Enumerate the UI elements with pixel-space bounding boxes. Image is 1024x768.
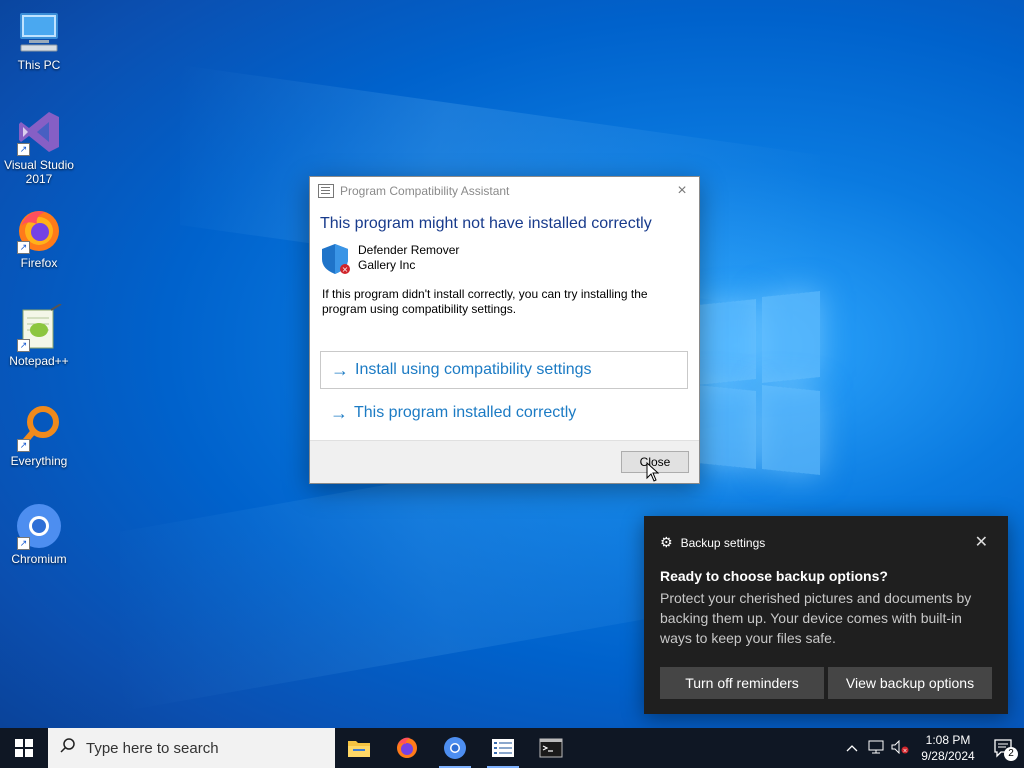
action-center-button[interactable]: 2: [984, 728, 1024, 768]
windows-logo-wallpaper: [698, 288, 822, 478]
dialog-footer: Close: [310, 440, 699, 483]
notification-body: Protect your cherished pictures and docu…: [660, 590, 972, 646]
desktop-icon-label: Visual Studio 2017: [4, 158, 74, 186]
list-window-icon: [492, 739, 514, 757]
start-button[interactable]: [0, 728, 48, 768]
backup-notification: ⚙ Backup settings ✕ Ready to choose back…: [644, 516, 1008, 714]
svg-text:×: ×: [902, 747, 907, 754]
option-label: Install using compatibility settings: [355, 361, 592, 378]
arrow-right-icon: →: [331, 359, 349, 380]
shortcut-arrow-icon: ↗: [17, 241, 30, 254]
chevron-up-icon[interactable]: [840, 741, 864, 755]
desktop-icon-label: This PC: [17, 58, 61, 72]
program-publisher: Gallery Inc: [358, 258, 416, 272]
shortcut-arrow-icon: ↗: [17, 537, 30, 550]
svg-text:×: ×: [342, 265, 349, 274]
network-icon[interactable]: [864, 740, 888, 757]
chromium-icon: ↗: [15, 502, 63, 550]
program-name: Defender Remover: [358, 243, 460, 257]
compatibility-dialog: Program Compatibility Assistant × This p…: [309, 176, 700, 484]
install-compatibility-option[interactable]: → Install using compatibility settings: [320, 351, 688, 389]
desktop-icon-this-pc[interactable]: This PC: [0, 8, 78, 72]
windows-icon: [15, 739, 33, 757]
chromium-icon: [444, 737, 466, 759]
desktop-icon-label: Chromium: [11, 552, 67, 566]
terminal-icon: [539, 738, 563, 758]
close-icon[interactable]: ×: [673, 182, 691, 200]
shield-icon: ×: [320, 243, 350, 275]
shortcut-arrow-icon: ↗: [17, 339, 30, 352]
visual-studio-icon: ↗: [15, 108, 63, 156]
turn-off-reminders-button[interactable]: Turn off reminders: [660, 667, 824, 699]
view-backup-options-button[interactable]: View backup options: [828, 667, 992, 699]
clock-date: 9/28/2024: [921, 749, 975, 763]
computer-icon: [15, 8, 63, 56]
desktop-icon-visual-studio[interactable]: ↗ Visual Studio 2017: [0, 108, 78, 186]
gear-icon: ⚙: [660, 534, 673, 550]
arrow-right-icon: →: [330, 402, 348, 423]
taskbar-clock[interactable]: 1:08 PM 9/28/2024: [912, 732, 984, 764]
notepad-plus-plus-icon: ↗: [15, 303, 63, 352]
system-tray: × 1:08 PM 9/28/2024 2: [840, 728, 1024, 768]
taskbar-compatibility-assistant[interactable]: [479, 728, 527, 768]
desktop-icon-firefox[interactable]: ↗ Firefox: [0, 206, 78, 270]
dialog-titlebar[interactable]: Program Compatibility Assistant: [310, 177, 699, 205]
dialog-title: Program Compatibility Assistant: [340, 184, 510, 198]
shortcut-arrow-icon: ↗: [17, 143, 30, 156]
option-label: This program installed correctly: [354, 404, 577, 421]
search-placeholder: Type here to search: [86, 739, 219, 757]
taskbar-command-prompt[interactable]: [527, 728, 575, 768]
notification-app-name: Backup settings: [680, 535, 766, 550]
desktop-icon-label: Firefox: [20, 256, 58, 270]
notification-header: ⚙ Backup settings: [660, 534, 765, 551]
desktop-icon-notepad-plus-plus[interactable]: ↗ Notepad++: [0, 303, 78, 368]
taskbar-firefox[interactable]: [383, 728, 431, 768]
everything-search-icon: ↗: [15, 404, 63, 452]
app-window-icon: [318, 184, 334, 198]
desktop-icon-label: Notepad++: [9, 354, 69, 368]
mouse-pointer-icon: [646, 462, 660, 482]
taskbar-search-box[interactable]: Type here to search: [48, 728, 335, 768]
volume-muted-icon[interactable]: ×: [888, 739, 912, 757]
firefox-icon: [397, 737, 417, 758]
taskbar: Type here to search × 1:08 PM 9/28/2024 …: [0, 728, 1024, 768]
folder-icon: [348, 741, 370, 757]
close-icon[interactable]: ✕: [975, 532, 988, 552]
dialog-heading: This program might not have installed co…: [320, 215, 652, 232]
program-info: × Defender Remover Gallery Inc: [320, 243, 699, 275]
firefox-icon: ↗: [15, 206, 63, 254]
desktop-icon-label: Everything: [10, 454, 68, 468]
taskbar-file-explorer[interactable]: [335, 728, 383, 768]
installed-correctly-option[interactable]: → This program installed correctly: [320, 394, 688, 432]
taskbar-chromium[interactable]: [431, 728, 479, 768]
clock-time: 1:08 PM: [925, 733, 971, 747]
dialog-description: If this program didn't install correctly…: [322, 287, 648, 316]
notification-count-badge: 2: [1004, 747, 1018, 761]
search-icon: [60, 737, 76, 759]
desktop-icon-chromium[interactable]: ↗ Chromium: [0, 502, 78, 566]
shortcut-arrow-icon: ↗: [17, 439, 30, 452]
desktop-icon-everything[interactable]: ↗ Everything: [0, 404, 78, 468]
notification-title: Ready to choose backup options?: [660, 568, 888, 584]
